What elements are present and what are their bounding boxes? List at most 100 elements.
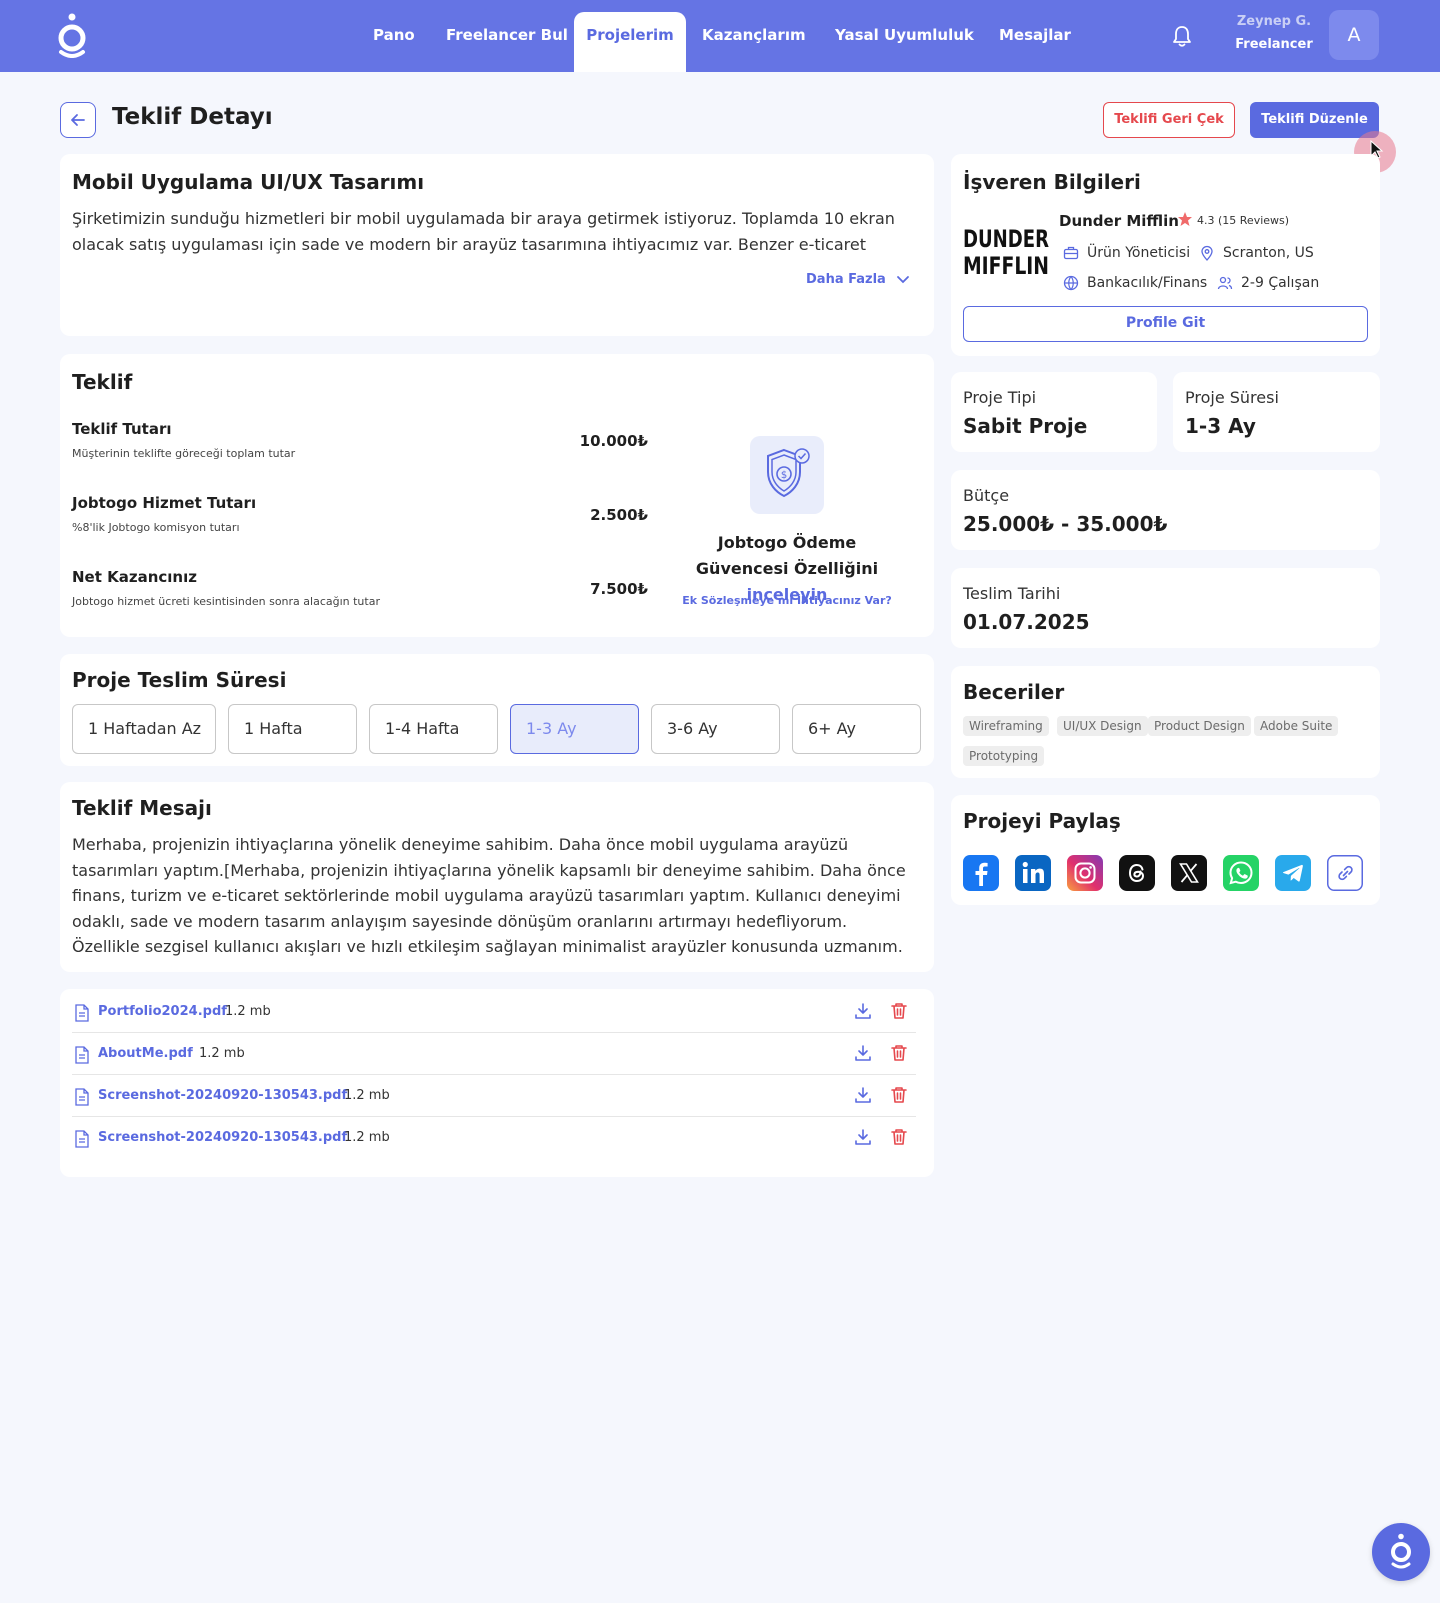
file-name[interactable]: Portfolio2024.pdf [98,1004,227,1019]
link-icon[interactable] [1327,855,1363,891]
duration-option-3-6-months[interactable]: 3-6 Ay [651,704,780,754]
nav-kazanclarim[interactable]: Kazançlarım [686,12,822,72]
employer-size: 2-9 Çalışan [1241,275,1320,291]
net-earnings-value: 7.500₺ [590,580,648,598]
instagram-icon[interactable] [1067,855,1103,891]
offer-message-title: Teklif Mesajı [72,796,212,820]
offer-amount-sub: Müşterinin teklifte göreceği toplam tuta… [72,447,296,460]
delivery-duration-card: Proje Teslim Süresi 1 Haftadan Az 1 Haft… [60,654,934,766]
avatar[interactable]: A [1329,10,1379,60]
duration-option-1-week[interactable]: 1 Hafta [228,704,357,754]
service-fee-sub: %8'lik Jobtogo komisyon tutarı [72,521,240,534]
svg-text:MIFFLIN: MIFFLIN [963,252,1049,278]
star-icon [1178,212,1192,226]
skill-tag: Wireframing [963,716,1049,736]
trash-icon[interactable] [890,1002,908,1020]
company-name: Dunder Mifflin [1059,212,1179,230]
nav-projelerim[interactable]: Projelerim [574,12,686,72]
duration-option-less-than-week[interactable]: 1 Haftadan Az [72,704,216,754]
document-icon [75,1046,89,1064]
file-name[interactable]: Screenshot-20240920-130543.pdf [98,1130,347,1145]
download-icon[interactable] [854,1086,872,1104]
delivery-duration-title: Proje Teslim Süresi [72,668,287,692]
edit-offer-button[interactable]: Teklifi Düzenle [1250,102,1379,138]
trash-icon[interactable] [890,1128,908,1146]
user-name: Zeynep G. [1236,14,1312,29]
file-size: 1.2 mb [344,1130,390,1145]
file-name[interactable]: Screenshot-20240920-130543.pdf [98,1088,347,1103]
duration-option-6-plus-months[interactable]: 6+ Ay [792,704,921,754]
duration-option-1-4-weeks[interactable]: 1-4 Hafta [369,704,498,754]
project-duration-value: 1-3 Ay [1185,414,1256,438]
show-more-link[interactable]: Daha Fazla [806,272,886,287]
project-card: Mobil Uygulama UI/UX Tasarımı Şirketimiz… [60,154,934,336]
whatsapp-icon[interactable] [1223,855,1259,891]
threads-icon[interactable] [1119,855,1155,891]
project-type-label: Proje Tipi [963,388,1037,407]
project-type-card: Proje Tipi Sabit Proje [951,372,1157,452]
offer-card: Teklif Teklif Tutarı Müşterinin teklifte… [60,354,934,637]
jobtogo-assistant-button[interactable] [1372,1523,1430,1581]
file-row: Portfolio2024.pdf 1.2 mb [72,991,916,1033]
duration-option-1-3-months[interactable]: 1-3 Ay [510,704,639,754]
bell-icon[interactable] [1171,24,1193,48]
file-size: 1.2 mb [199,1046,245,1061]
file-name[interactable]: AboutMe.pdf [98,1046,193,1061]
service-fee-value: 2.500₺ [590,506,648,524]
go-to-profile-button[interactable]: Profile Git [963,306,1368,342]
project-duration-card: Proje Süresi 1-3 Ay [1173,372,1380,452]
nav-pano[interactable]: Pano [357,12,431,72]
location-pin-icon [1201,245,1213,261]
download-icon[interactable] [854,1128,872,1146]
document-icon [75,1088,89,1106]
telegram-icon[interactable] [1275,855,1311,891]
extra-contract-link[interactable]: Ek Sözleşmeye mi İhtiyacınız Var? [672,594,902,607]
deadline-value: 01.07.2025 [963,610,1090,634]
arrow-left-icon [71,114,85,126]
budget-label: Bütçe [963,486,1010,505]
globe-icon [1063,275,1079,291]
linkedin-icon[interactable] [1015,855,1051,891]
nav-yasal-uyumluluk[interactable]: Yasal Uyumluluk [819,12,990,72]
offer-title: Teklif [72,370,133,394]
share-card: Projeyi Paylaş [951,795,1380,905]
project-duration-label: Proje Süresi [1185,388,1279,407]
user-role: Freelancer [1235,37,1313,52]
file-row: AboutMe.pdf 1.2 mb [72,1033,916,1075]
employer-location: Scranton, US [1223,245,1314,261]
back-button[interactable] [60,102,96,138]
file-row: Screenshot-20240920-130543.pdf 1.2 mb [72,1117,916,1159]
offer-amount-title: Teklif Tutarı [72,420,172,438]
nav-freelancer-bul[interactable]: Freelancer Bul [430,12,584,72]
deadline-card: Teslim Tarihi 01.07.2025 [951,568,1380,648]
offer-message-text: Merhaba, projenizin ihtiyaçlarına yöneli… [72,835,906,957]
employer-title: İşveren Bilgileri [963,170,1141,194]
download-icon[interactable] [854,1044,872,1062]
trash-icon[interactable] [890,1044,908,1062]
project-title: Mobil Uygulama UI/UX Tasarımı [72,170,425,194]
project-type-value: Sabit Proje [963,414,1088,438]
dunder-mifflin-logo: DUNDER MIFFLIN [963,225,1049,280]
trash-icon[interactable] [890,1086,908,1104]
skill-tag: Adobe Suite [1254,716,1339,736]
download-icon[interactable] [854,1002,872,1020]
top-navbar: Pano Freelancer Bul Projelerim Kazançlar… [0,0,1440,72]
facebook-icon[interactable] [963,855,999,891]
net-earnings-title: Net Kazancınız [72,568,197,586]
page-title: Teklif Detayı [112,104,273,130]
shield-money-icon: $ [767,448,810,498]
company-logo: DUNDER MIFFLIN [963,222,1051,280]
employer-card: İşveren Bilgileri DUNDER MIFFLIN Dunder … [951,154,1380,356]
x-icon[interactable] [1171,855,1207,891]
nav-mesajlar[interactable]: Mesajlar [983,12,1087,72]
service-fee-title: Jobtogo Hizmet Tutarı [72,494,257,512]
file-size: 1.2 mb [344,1088,390,1103]
chevron-down-icon[interactable] [896,273,910,287]
employer-role: Ürün Yöneticisi [1087,245,1191,261]
skill-tag: UI/UX Design [1057,716,1148,736]
jobtogo-logo-icon [1391,1533,1411,1569]
skills-card: Beceriler Wireframing UI/UX Design Produ… [951,666,1380,778]
jobtogo-logo[interactable] [52,12,92,58]
skills-title: Beceriler [963,680,1065,704]
withdraw-offer-button[interactable]: Teklifi Geri Çek [1103,102,1235,138]
